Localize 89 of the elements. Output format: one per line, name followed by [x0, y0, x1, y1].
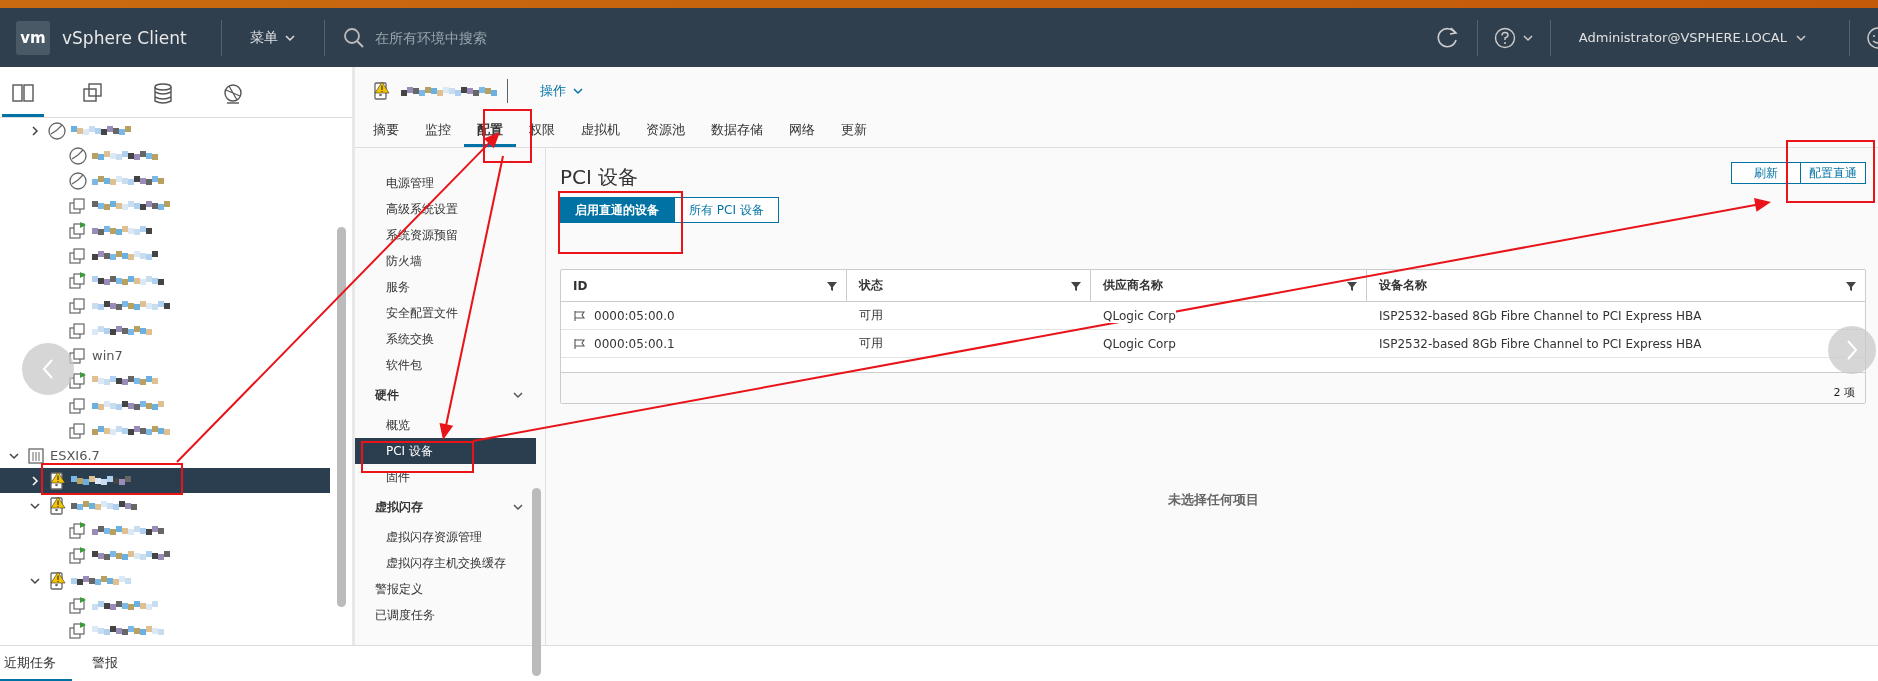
- redaction-mosaic: [92, 373, 158, 388]
- panel-title: PCI 设备: [560, 164, 639, 191]
- toolbar-button[interactable]: 刷新: [1731, 162, 1801, 184]
- nav-item[interactable]: 已调度任务: [355, 602, 525, 628]
- nav-group-label[interactable]: 虚拟闪存: [375, 498, 423, 516]
- table-cell: QLogic Corp: [1103, 308, 1176, 323]
- filter-icon[interactable]: [1070, 279, 1082, 292]
- filter-icon[interactable]: [1845, 279, 1857, 292]
- globe-icon: [221, 82, 245, 106]
- table-cell: 可用: [859, 335, 883, 352]
- search-field[interactable]: 在所有环境中搜索: [372, 28, 677, 47]
- redaction-mosaic: [92, 273, 164, 288]
- nav-item[interactable]: 安全配置文件: [355, 300, 536, 326]
- scrollbar-thumb[interactable]: [532, 488, 541, 676]
- redaction-mosaic: [92, 148, 158, 163]
- column-header[interactable]: 状态: [859, 277, 883, 294]
- device-icon: [573, 309, 586, 322]
- filter-icon[interactable]: [1346, 279, 1358, 292]
- resource-pool-icon: [68, 170, 88, 191]
- tab[interactable]: 摘要: [371, 115, 412, 147]
- redaction-mosaic: [92, 623, 164, 638]
- tab[interactable]: 更新: [828, 115, 880, 147]
- search-icon[interactable]: [342, 26, 365, 49]
- nav-group-label[interactable]: 硬件: [375, 386, 399, 404]
- help-icon[interactable]: [1493, 26, 1516, 49]
- table-cell: 可用: [859, 307, 883, 324]
- tab[interactable]: 网络: [776, 115, 828, 147]
- nav-item[interactable]: 软件包: [355, 352, 536, 378]
- tab[interactable]: 警报: [72, 646, 134, 681]
- redaction-mosaic: [92, 223, 152, 238]
- app-logo: vm: [16, 20, 50, 55]
- expand-icon[interactable]: [29, 474, 41, 487]
- user-menu[interactable]: Administrator@VSPHERE.LOCAL: [1572, 29, 1813, 46]
- segment-tab[interactable]: 所有 PCI 设备: [674, 197, 779, 223]
- redaction-mosaic: [71, 473, 131, 488]
- filter-icon[interactable]: [826, 279, 838, 292]
- resource-pool-icon: [47, 120, 67, 141]
- nav-item[interactable]: 概览: [355, 412, 536, 438]
- menu-button[interactable]: 菜单: [243, 27, 302, 48]
- chevron-down-icon[interactable]: [572, 85, 584, 97]
- tree-item[interactable]: ESXI6.7: [0, 443, 330, 468]
- cluster-icon: [26, 445, 46, 466]
- collapse-icon[interactable]: [512, 389, 524, 401]
- redaction-mosaic: [92, 398, 164, 413]
- smiley-icon[interactable]: [1866, 26, 1878, 49]
- redaction-mosaic: [92, 248, 158, 263]
- tab[interactable]: 资源池: [633, 115, 698, 147]
- nav-item[interactable]: 虚拟闪存资源管理: [355, 524, 536, 550]
- segment-tab[interactable]: 启用直通的设备: [560, 197, 674, 223]
- nav-item[interactable]: PCI 设备: [355, 438, 536, 464]
- tab[interactable]: 虚拟机: [568, 115, 633, 147]
- column-header[interactable]: 设备名称: [1379, 277, 1427, 294]
- nav-item[interactable]: 服务: [355, 274, 536, 300]
- redaction-mosaic: [71, 123, 131, 138]
- tab[interactable]: 数据存储: [698, 115, 776, 147]
- tree-label: ESXI6.7: [50, 448, 100, 463]
- database-icon: [151, 82, 175, 106]
- column-header[interactable]: ID: [573, 278, 588, 293]
- empty-message: 未选择任何项目: [1167, 490, 1259, 509]
- redaction-mosaic: [92, 523, 164, 538]
- app-title: vSphere Client: [62, 27, 187, 48]
- item-count: 2 项: [1833, 385, 1855, 400]
- tree-label: win7: [92, 348, 123, 363]
- table-cell: 0000:05:00.0: [594, 308, 675, 323]
- table-cell: ISP2532-based 8Gb Fibre Channel to PCI Express HBA: [1379, 308, 1702, 323]
- redaction-mosaic: [92, 173, 164, 188]
- redaction-mosaic: [71, 498, 137, 513]
- nav-item[interactable]: 警报定义: [355, 576, 525, 602]
- table-cell: 0000:05:00.1: [594, 336, 675, 351]
- device-icon: [573, 337, 586, 350]
- table-cell: QLogic Corp: [1103, 336, 1176, 351]
- redaction-mosaic: [92, 598, 158, 613]
- redaction-mosaic: [92, 323, 152, 338]
- nav-item[interactable]: 系统交换: [355, 326, 536, 352]
- tab[interactable]: 监控: [412, 115, 464, 147]
- expand-icon[interactable]: [29, 124, 41, 137]
- column-header[interactable]: 供应商名称: [1103, 277, 1163, 294]
- nav-item[interactable]: 虚拟闪存主机交换缓存: [355, 550, 536, 576]
- tab[interactable]: 近期任务: [0, 646, 72, 681]
- scrollbar-thumb[interactable]: [337, 227, 346, 607]
- nav-item[interactable]: 电源管理: [355, 170, 536, 196]
- tree-item[interactable]: [0, 468, 330, 493]
- redaction-mosaic: [71, 573, 131, 588]
- nav-item[interactable]: 防火墙: [355, 248, 536, 274]
- resource-pool-icon: [68, 145, 88, 166]
- collapse-icon[interactable]: [512, 501, 524, 513]
- table-cell: ISP2532-based 8Gb Fibre Channel to PCI Express HBA: [1379, 336, 1702, 351]
- toolbar-button[interactable]: 配置直通: [1801, 162, 1866, 184]
- actions-menu[interactable]: 操作: [534, 81, 590, 101]
